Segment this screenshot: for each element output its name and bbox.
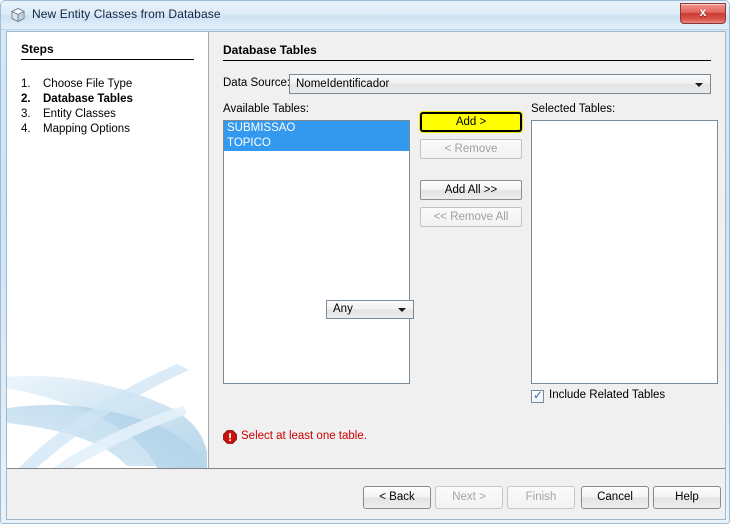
cancel-button[interactable]: Cancel (581, 486, 649, 509)
step-number: 2. (21, 93, 31, 105)
step-label: Mapping Options (43, 123, 130, 135)
dialog-window: New Entity Classes from Database x Steps… (0, 0, 730, 524)
steps-divider (21, 59, 194, 60)
dialog-footer: < Back Next > Finish Cancel Help (7, 470, 725, 519)
checkbox-box: ✓ (531, 388, 544, 403)
finish-button: Finish (507, 486, 575, 509)
step-number: 3. (21, 108, 31, 120)
dialog-client-area: Steps 1. Choose File Type 2. Database Tabl… (6, 31, 726, 520)
title-bar: New Entity Classes from Database x (1, 1, 729, 30)
remove-all-button: << Remove All (420, 207, 522, 227)
steps-heading: Steps (21, 42, 54, 56)
steps-panel: Steps 1. Choose File Type 2. Database Tabl… (7, 32, 209, 469)
remove-button: < Remove (420, 139, 522, 159)
list-item[interactable]: SUBMISSAO (224, 121, 409, 136)
window-title: New Entity Classes from Database (32, 7, 221, 21)
step-label: Choose File Type (43, 78, 133, 90)
table-type-filter-value: Any (333, 303, 353, 315)
step-item-1: 1. Choose File Type (21, 78, 132, 93)
next-button: Next > (435, 486, 503, 509)
help-button[interactable]: Help (653, 486, 721, 509)
add-all-button[interactable]: Add All >> (420, 180, 522, 200)
data-source-value: NomeIdentificador (296, 78, 390, 90)
available-tables-listbox[interactable]: SUBMISSAO TOPICO (223, 120, 410, 384)
step-item-3: 3. Entity Classes (21, 108, 116, 123)
close-button[interactable]: x (680, 3, 726, 24)
decorative-swoosh-graphic (7, 364, 207, 468)
selected-tables-listbox[interactable] (531, 120, 718, 384)
chevron-down-icon (695, 83, 703, 87)
step-label: Database Tables (43, 93, 133, 105)
add-button[interactable]: Add > (420, 112, 522, 132)
content-divider (223, 60, 711, 61)
available-tables-label: Available Tables: (223, 103, 309, 115)
cube-icon (10, 7, 26, 23)
page-title: Database Tables (223, 43, 317, 57)
list-item[interactable]: TOPICO (224, 136, 409, 151)
include-related-tables-label: Include Related Tables (549, 389, 666, 401)
error-octagon-icon (223, 430, 237, 444)
step-number: 1. (21, 78, 31, 90)
data-source-select[interactable]: NomeIdentificador (289, 74, 711, 94)
selected-tables-label: Selected Tables: (531, 103, 616, 115)
back-button[interactable]: < Back (363, 486, 431, 509)
content-panel: Database Tables Data Source: NomeIdentif… (209, 32, 725, 469)
check-icon: ✓ (533, 388, 544, 402)
step-item-2: 2. Database Tables (21, 93, 133, 108)
step-number: 4. (21, 123, 31, 135)
step-item-4: 4. Mapping Options (21, 123, 130, 138)
data-source-label: Data Source: (223, 77, 291, 89)
table-type-filter-select[interactable]: Any (326, 300, 414, 319)
step-label: Entity Classes (43, 108, 116, 120)
error-message-text: Select at least one table. (241, 430, 367, 442)
close-icon: x (699, 5, 707, 19)
chevron-down-icon (398, 308, 406, 312)
